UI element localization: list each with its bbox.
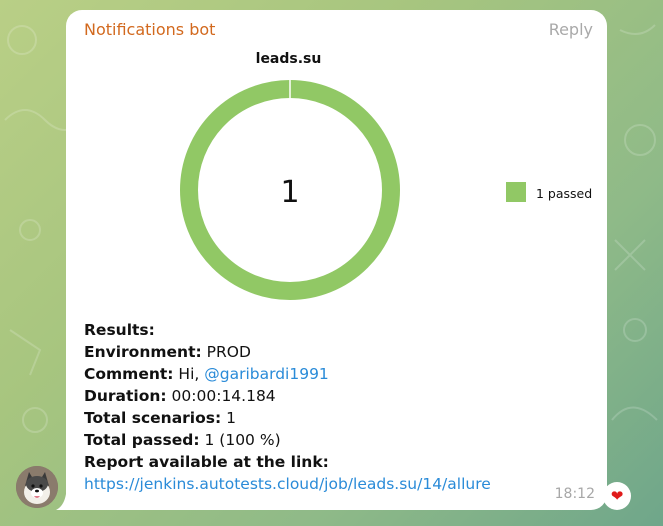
comment-row: Comment: Hi, @garibardi1991 <box>84 365 329 383</box>
report-label-row: Report available at the link: <box>84 453 329 471</box>
scenarios-row: Total scenarios: 1 <box>84 409 237 427</box>
passed-row: Total passed: 1 (100 %) <box>84 431 281 449</box>
report-link-row: https://jenkins.autotests.cloud/job/lead… <box>84 473 491 495</box>
environment-row: Environment: PROD <box>84 343 251 361</box>
legend-label: 1 passed <box>536 186 592 201</box>
message-bubble[interactable]: Notifications bot Reply leads.su 1 1 pas… <box>66 10 607 510</box>
bot-avatar[interactable] <box>16 466 58 508</box>
duration-row: Duration: 00:00:14.184 <box>84 387 276 405</box>
report-link[interactable]: https://jenkins.autotests.cloud/job/lead… <box>84 475 491 493</box>
center-value-label: 1 <box>280 175 299 210</box>
donut-chart: 1 1 passed <box>180 80 592 300</box>
results-heading: Results: <box>84 321 155 339</box>
message-time: 18:12 <box>554 486 595 502</box>
heart-reaction-icon[interactable]: ❤ <box>603 482 631 510</box>
mention-link[interactable]: @garibardi1991 <box>204 365 329 383</box>
results-block: Results: Environment: PROD Comment: Hi, … <box>84 319 491 495</box>
legend-swatch <box>506 182 526 202</box>
